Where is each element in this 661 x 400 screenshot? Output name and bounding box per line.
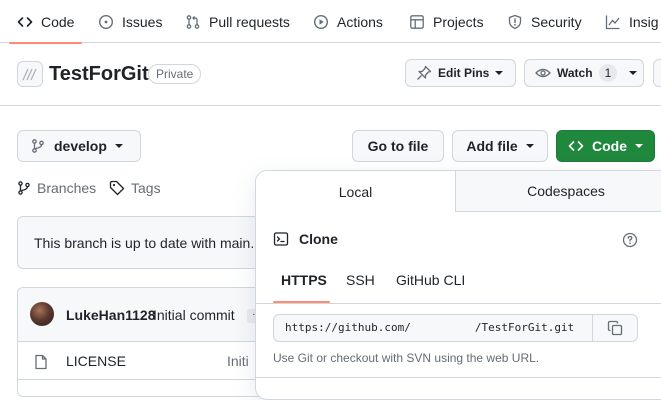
- watch-button[interactable]: Watch 1: [524, 59, 644, 87]
- header-divider: [0, 105, 661, 106]
- repo-name[interactable]: TestForGit: [49, 61, 149, 87]
- tab-pull-requests-label: Pull requests: [209, 13, 290, 30]
- graph-icon: [605, 14, 621, 30]
- branch-name: develop: [54, 138, 107, 154]
- tab-pull-requests[interactable]: Pull requests: [185, 0, 290, 43]
- code-icon: [17, 14, 33, 30]
- chevron-down-icon: [629, 71, 638, 75]
- code-button-label: Code: [592, 138, 627, 154]
- chevron-down-icon: [114, 144, 123, 148]
- tab-code-label: Code: [41, 13, 75, 30]
- clone-title: Clone: [299, 231, 338, 247]
- commit-author[interactable]: LukeHan1128: [66, 307, 156, 323]
- tab-security[interactable]: Security: [507, 0, 582, 43]
- file-name[interactable]: LICENSE: [66, 353, 126, 369]
- tab-codespaces-label: Codespaces: [527, 183, 605, 199]
- table-row[interactable]: LICENSE Initi: [18, 342, 276, 380]
- eye-icon: [535, 65, 551, 81]
- go-to-file-label: Go to file: [367, 138, 429, 154]
- edit-pins-button[interactable]: Edit Pins: [405, 59, 516, 87]
- file-commit-message[interactable]: Initi: [227, 353, 249, 369]
- repo-nav: Code Issues Pull requests Actions Projec…: [0, 0, 661, 44]
- fork-button-partial[interactable]: [653, 59, 661, 87]
- clone-hint: Use Git or checkout with SVN using the w…: [273, 351, 540, 365]
- branches-link[interactable]: Branches: [17, 180, 96, 196]
- clone-popover-tabs: Local Codespaces: [256, 171, 661, 212]
- branches-label: Branches: [37, 180, 97, 196]
- tab-actions-label: Actions: [337, 13, 383, 30]
- code-dropdown-button[interactable]: Code: [556, 130, 655, 162]
- visibility-badge: Private: [148, 64, 202, 84]
- repo-logo-icon: [22, 68, 37, 81]
- clone-url-prefix: https://github.com/: [285, 321, 411, 334]
- branch-status-message: This branch is up to date with main.: [34, 234, 255, 251]
- pull-request-icon: [185, 14, 201, 30]
- branch-icon: [30, 138, 46, 154]
- clone-url-suffix: /TestForGit.git: [474, 321, 575, 334]
- tab-local[interactable]: Local: [256, 171, 455, 212]
- question-icon[interactable]: [622, 232, 638, 253]
- protocol-tab-ssh[interactable]: SSH: [346, 272, 375, 288]
- edit-pins-label: Edit Pins: [438, 66, 490, 80]
- tab-actions[interactable]: Actions: [313, 0, 383, 43]
- tags-link[interactable]: Tags: [109, 180, 161, 196]
- tab-projects[interactable]: Projects: [409, 0, 484, 43]
- add-file-button[interactable]: Add file: [452, 130, 548, 162]
- pin-icon: [416, 65, 432, 81]
- chevron-down-icon: [525, 144, 534, 148]
- terminal-icon: [273, 231, 289, 247]
- copy-icon: [607, 320, 623, 336]
- protocol-tabs-divider: [256, 303, 661, 304]
- go-to-file-button[interactable]: Go to file: [352, 130, 444, 162]
- play-icon: [313, 14, 329, 30]
- protocol-tab-https[interactable]: HTTPS: [281, 272, 327, 288]
- copy-url-button[interactable]: [592, 314, 638, 342]
- active-tab-underline: [9, 42, 83, 44]
- redacted-username: [410, 322, 475, 334]
- file-list: LukeHan1128 Initial commit … LICENSE Ini…: [17, 287, 277, 397]
- watch-label: Watch: [557, 66, 593, 80]
- tab-projects-label: Projects: [433, 13, 484, 30]
- clone-url-input[interactable]: https://github.com/ /TestForGit.git: [273, 314, 593, 342]
- branch-select-button[interactable]: develop: [17, 130, 141, 162]
- add-file-label: Add file: [466, 138, 518, 154]
- protocol-tab-github-cli[interactable]: GitHub CLI: [396, 272, 465, 288]
- commit-message[interactable]: Initial commit: [153, 307, 235, 323]
- tags-label: Tags: [131, 180, 161, 196]
- tab-security-label: Security: [531, 13, 582, 30]
- tab-codespaces[interactable]: Codespaces: [455, 171, 661, 212]
- repo-owner-avatar[interactable]: [17, 61, 43, 87]
- branch-icon: [17, 180, 31, 196]
- latest-commit-bar: LukeHan1128 Initial commit …: [18, 288, 276, 342]
- code-icon: [568, 138, 584, 154]
- branch-status-box: This branch is up to date with main.: [17, 216, 277, 269]
- tab-insights-label: Insig: [629, 13, 659, 30]
- table-icon: [409, 14, 425, 30]
- tab-local-label: Local: [338, 183, 373, 200]
- file-icon: [34, 354, 48, 375]
- tag-icon: [109, 180, 125, 196]
- clone-header: Clone: [273, 231, 338, 247]
- chevron-down-icon: [635, 144, 643, 148]
- clone-popover: Local Codespaces Clone HTTPS SSH GitHub …: [255, 170, 661, 400]
- popover-section-divider: [256, 377, 661, 378]
- tab-code[interactable]: Code: [9, 0, 83, 44]
- watch-count: 1: [598, 64, 618, 82]
- tab-issues-label: Issues: [122, 13, 163, 30]
- tab-issues[interactable]: Issues: [98, 0, 162, 43]
- avatar[interactable]: [30, 302, 54, 326]
- shield-icon: [507, 14, 523, 30]
- chevron-down-icon: [495, 71, 504, 75]
- issue-icon: [98, 14, 114, 30]
- tab-insights[interactable]: Insig: [605, 0, 659, 43]
